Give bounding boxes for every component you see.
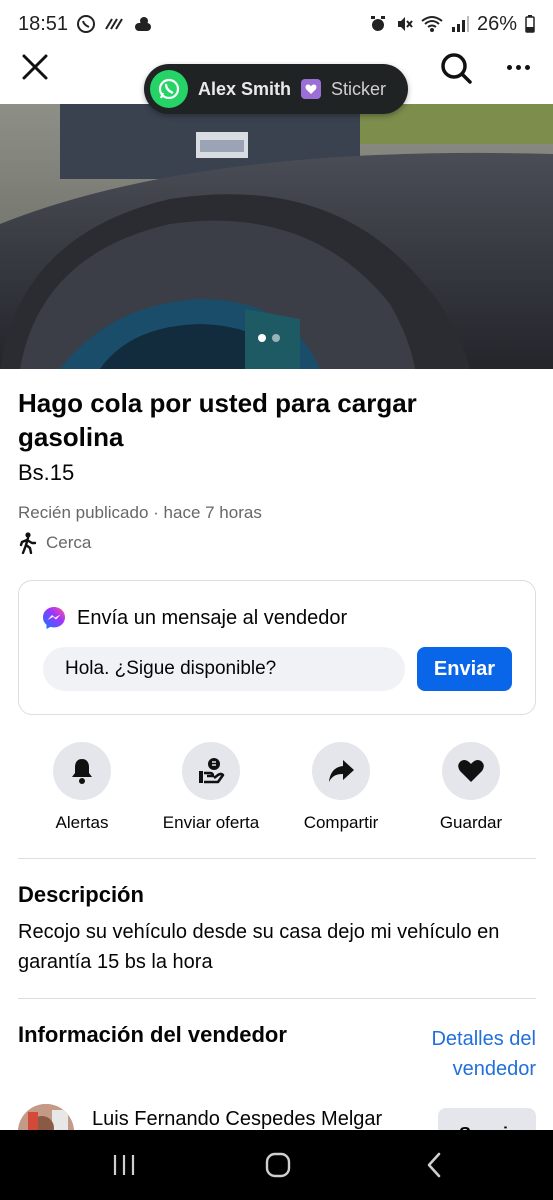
carousel-dot-active[interactable] xyxy=(258,334,266,342)
divider xyxy=(18,998,536,999)
recent-apps-button[interactable] xyxy=(104,1148,144,1182)
weather-icon xyxy=(132,15,154,33)
battery-icon xyxy=(525,15,535,33)
listing-posted-time: Recién publicado · hace 7 horas xyxy=(18,503,262,522)
system-navigation-bar xyxy=(0,1130,553,1200)
listing-photo[interactable] xyxy=(0,104,553,369)
status-time: 18:51 xyxy=(18,12,69,35)
status-right: 26% xyxy=(369,13,535,36)
whatsapp-notification-toast[interactable]: Alex Smith Sticker xyxy=(144,64,408,114)
description-text: Recojo su vehículo desde su casa dejo mi… xyxy=(18,921,500,973)
carousel-dot[interactable] xyxy=(272,334,280,342)
description-title: Descripción xyxy=(18,882,144,907)
location-label: Cerca xyxy=(46,533,92,552)
send-offer-button[interactable]: Enviar oferta xyxy=(146,742,276,833)
action-label: Alertas xyxy=(55,813,109,832)
share-icon xyxy=(329,760,354,782)
signal-icon xyxy=(451,15,469,33)
bell-icon xyxy=(72,759,92,784)
walking-icon xyxy=(19,532,37,554)
listing-price: Bs.15 xyxy=(18,460,75,485)
share-button[interactable]: Compartir xyxy=(276,742,406,833)
save-button[interactable]: Guardar xyxy=(406,742,536,833)
more-dot-icon xyxy=(506,64,512,70)
seller-details-link[interactable]: Detalles del vendedor xyxy=(400,1024,536,1084)
status-left: 18:51 xyxy=(18,13,154,36)
battery-percent: 26% xyxy=(476,12,517,35)
messenger-icon xyxy=(43,607,65,629)
listing-actions: Alertas Enviar oferta Compartir Guardar xyxy=(0,742,553,842)
search-button[interactable] xyxy=(436,48,476,88)
search-icon xyxy=(441,53,472,84)
seller-info-title: Información del vendedor xyxy=(18,1022,287,1047)
alarm-icon xyxy=(369,15,387,33)
carousel-dots xyxy=(258,334,280,342)
seller-name[interactable]: Luis Fernando Cespedes Melgar xyxy=(92,1108,382,1131)
more-dot-icon xyxy=(515,64,521,70)
mute-icon xyxy=(395,15,413,33)
whatsapp-icon xyxy=(150,70,188,108)
message-seller-header: Envía un mensaje al vendedor xyxy=(41,605,347,631)
close-icon xyxy=(22,54,48,80)
action-label: Enviar oferta xyxy=(162,813,260,832)
action-circle xyxy=(312,742,370,800)
car-dashboard-photo xyxy=(0,104,553,369)
action-circle xyxy=(182,742,240,800)
message-seller-card: Envía un mensaje al vendedor Hola. ¿Sigu… xyxy=(18,580,536,715)
home-button[interactable] xyxy=(258,1148,298,1182)
divider xyxy=(18,858,536,859)
alerts-button[interactable]: Alertas xyxy=(17,742,147,833)
toast-message-type: Sticker xyxy=(331,78,387,99)
action-label: Compartir xyxy=(303,813,379,832)
wifi-calling-icon xyxy=(104,15,124,33)
action-circle xyxy=(53,742,111,800)
listing-title: Hago cola por usted para cargar gasolina xyxy=(18,388,417,452)
more-dot-icon xyxy=(524,64,530,70)
back-button[interactable] xyxy=(414,1148,454,1182)
wifi-icon xyxy=(421,15,443,33)
toast-sender-name: Alex Smith xyxy=(198,78,292,99)
action-label: Guardar xyxy=(439,813,503,832)
sticker-icon xyxy=(301,79,322,99)
status-bar: 18:51 26% xyxy=(0,0,553,48)
heart-icon xyxy=(458,760,484,782)
whatsapp-status-icon xyxy=(76,14,96,34)
recent-apps-icon xyxy=(113,1155,135,1175)
back-icon xyxy=(427,1152,441,1178)
message-input[interactable]: Hola. ¿Sigue disponible? xyxy=(43,647,405,691)
offer-icon xyxy=(199,758,225,784)
send-button[interactable]: Enviar xyxy=(417,647,512,691)
close-button[interactable] xyxy=(18,50,52,84)
listing-location: Cerca xyxy=(18,532,91,554)
message-seller-title: Envía un mensaje al vendedor xyxy=(77,606,348,629)
action-circle xyxy=(442,742,500,800)
more-options-button[interactable] xyxy=(500,52,536,82)
home-icon xyxy=(265,1152,291,1178)
